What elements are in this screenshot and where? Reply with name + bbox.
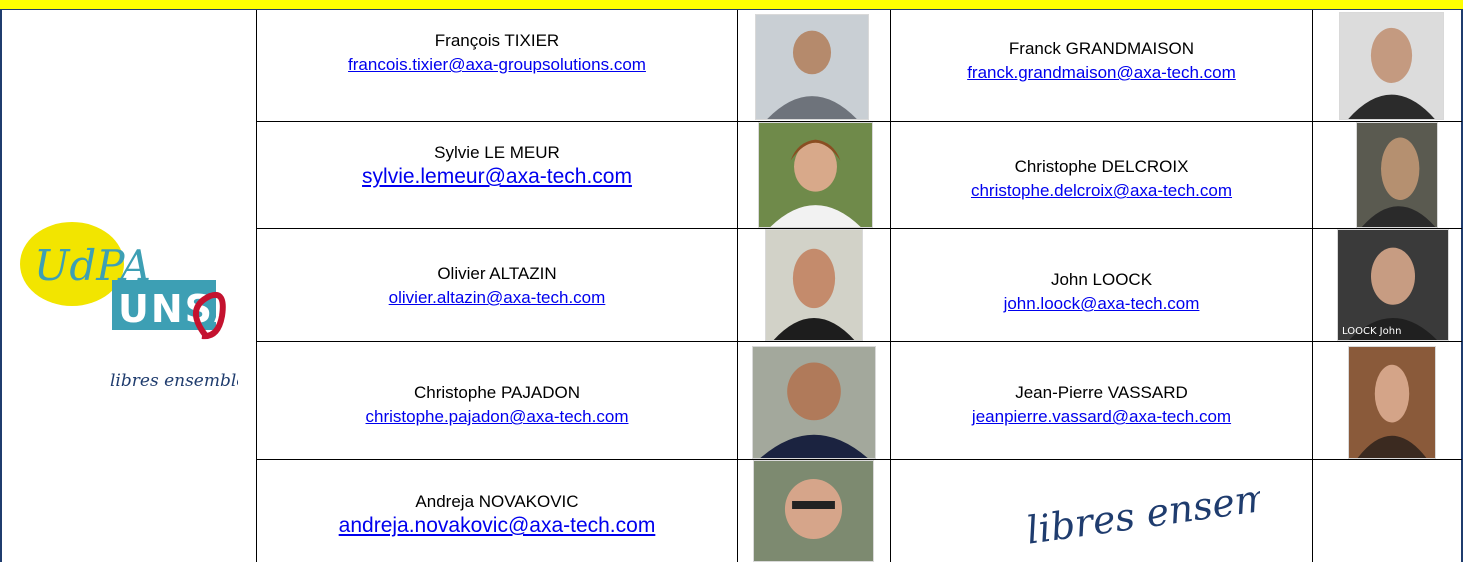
contact-name: Andreja NOVAKOVIC: [415, 492, 579, 511]
contact-name: Sylvie LE MEUR: [434, 143, 560, 162]
contact-photo: [1356, 122, 1438, 228]
contact-photo: [1339, 12, 1444, 120]
contact-photo: [752, 346, 876, 459]
contact-cell: Jean-Pierre VASSARD jeanpierre.vassard@a…: [891, 382, 1312, 430]
contact-photo: [765, 229, 863, 341]
contact-name: Christophe PAJADON: [414, 383, 580, 402]
contact-cell: Sylvie LE MEUR sylvie.lemeur@axa-tech.co…: [257, 142, 737, 190]
logo-cell: UdPA UNSA libres ensemble: [2, 11, 256, 562]
contact-name: John LOOCK: [1050, 270, 1153, 289]
contact-cell: Christophe DELCROIX christophe.delcroix@…: [891, 156, 1312, 204]
contact-cell: Christophe PAJADON christophe.pajadon@ax…: [257, 382, 737, 430]
libres-ensemble-signature: libres ensemble: [1024, 467, 1260, 553]
header-band: [0, 0, 1463, 10]
contact-name: François TIXIER: [434, 31, 560, 50]
contact-email-link[interactable]: christophe.delcroix@axa-tech.com: [891, 178, 1312, 204]
contact-email-link[interactable]: christophe.pajadon@axa-tech.com: [257, 404, 737, 430]
contact-cell: John LOOCK john.loock@axa-tech.com: [891, 269, 1312, 317]
contact-email-link[interactable]: franck.grandmaison@axa-tech.com: [891, 60, 1312, 86]
grid-hline: [256, 341, 1462, 342]
contact-name: Christophe DELCROIX: [1014, 157, 1189, 176]
contact-email-link[interactable]: francois.tixier@axa-groupsolutions.com: [257, 52, 737, 78]
grid-vline: [1312, 10, 1313, 562]
contact-photo: [758, 122, 873, 228]
unsa-logo: UdPA UNSA libres ensemble: [20, 222, 238, 391]
contact-email-link[interactable]: jeanpierre.vassard@axa-tech.com: [891, 404, 1312, 430]
signature-text: libres ensemble: [1024, 467, 1260, 553]
contact-name: Jean-Pierre VASSARD: [1015, 383, 1188, 402]
contact-name: Franck GRANDMAISON: [1008, 39, 1195, 58]
contact-photo: [1348, 346, 1436, 459]
contact-email-link[interactable]: andreja.novakovic@axa-tech.com: [257, 513, 737, 539]
photo-caption: LOOCK John: [1342, 326, 1402, 337]
contact-name: Olivier ALTAZIN: [437, 264, 557, 283]
contact-cell: Andreja NOVAKOVIC andreja.novakovic@axa-…: [257, 491, 737, 539]
contact-cell: François TIXIER francois.tixier@axa-grou…: [257, 30, 737, 78]
contact-photo: [755, 14, 869, 120]
contact-email-link[interactable]: john.loock@axa-tech.com: [891, 291, 1312, 317]
grid-vline: [737, 10, 738, 562]
contact-cell: Olivier ALTAZIN olivier.altazin@axa-tech…: [257, 263, 737, 311]
logo-tagline: libres ensemble: [110, 371, 238, 391]
contact-email-link[interactable]: sylvie.lemeur@axa-tech.com: [257, 164, 737, 190]
contact-photo: [753, 460, 874, 562]
contact-photo: LOOCK John: [1337, 229, 1449, 341]
contact-cell: Franck GRANDMAISON franck.grandmaison@ax…: [891, 38, 1312, 86]
contact-email-link[interactable]: olivier.altazin@axa-tech.com: [257, 285, 737, 311]
